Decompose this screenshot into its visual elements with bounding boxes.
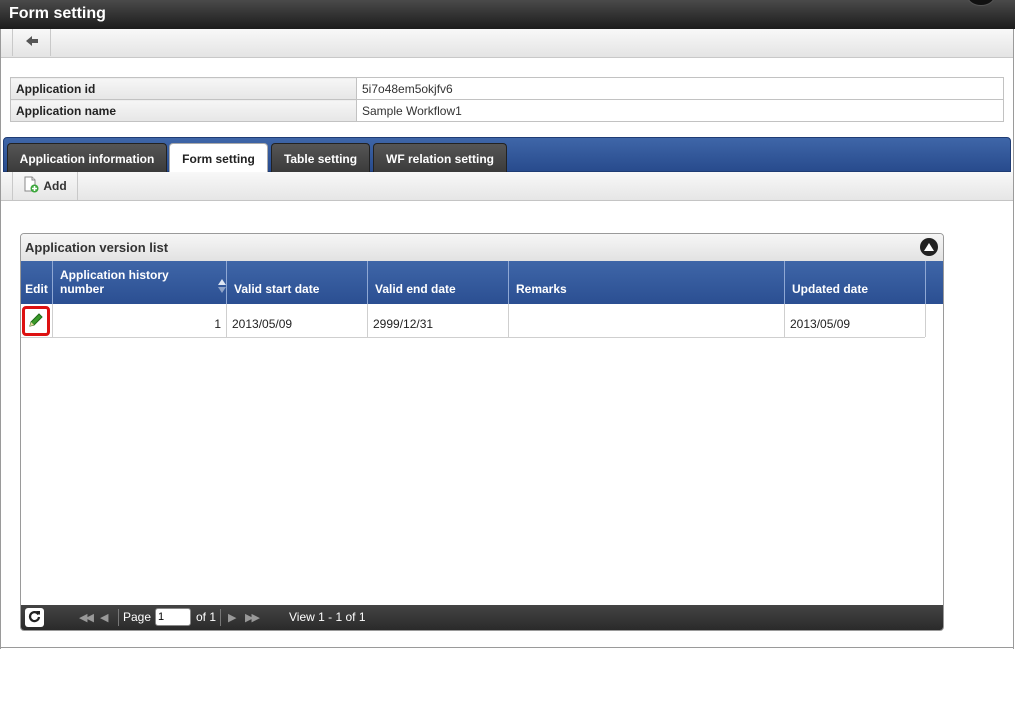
collapse-button[interactable] [920, 238, 938, 256]
column-header-edit[interactable]: Edit [21, 261, 53, 304]
column-header-label: Valid end date [375, 282, 456, 296]
tab-application-information[interactable]: Application information [7, 143, 167, 173]
next-page-icon[interactable]: ▶ [228, 611, 237, 624]
column-header-valid-end-date[interactable]: Valid end date [368, 261, 509, 304]
add-button[interactable]: Add [12, 172, 78, 200]
info-row: Application name Sample Workflow1 [10, 99, 1004, 122]
column-header-updated-date[interactable]: Updated date [785, 261, 926, 304]
add-document-icon [23, 176, 39, 196]
application-info-table: Application id 5i7o48em5okjfv6 Applicati… [10, 77, 1004, 122]
frame-bottom [0, 647, 1014, 648]
application-name-value: Sample Workflow1 [356, 99, 1004, 122]
column-header-label: Application history number [60, 268, 169, 296]
grid-pager: ◀◀ ◀ Page of 1 ▶ ▶▶ View 1 - 1 of 1 [21, 605, 943, 630]
application-name-label: Application name [10, 99, 357, 122]
cell-valid-start-date: 2013/05/09 [227, 304, 368, 337]
column-header-remarks[interactable]: Remarks [509, 261, 785, 304]
grid-title: Application version list [25, 240, 169, 255]
title-bar: Form setting [0, 0, 1015, 29]
last-page-icon[interactable]: ▶▶ [245, 611, 260, 624]
frame-left [0, 29, 1, 649]
tab-wf-relation-setting[interactable]: WF relation setting [373, 143, 507, 173]
page-title: Form setting [9, 5, 106, 22]
prev-page-icon[interactable]: ◀ [100, 611, 109, 624]
table-row[interactable]: 1 2013/05/09 2999/12/31 2013/05/09 [21, 304, 926, 338]
refresh-button[interactable] [25, 608, 44, 627]
page-count-label: of 1 [196, 610, 217, 624]
pager-divider [118, 609, 119, 626]
tab-table-setting[interactable]: Table setting [271, 143, 370, 173]
column-header-history-number[interactable]: Application history number [53, 261, 227, 304]
back-button[interactable] [12, 29, 51, 56]
cell-remarks [509, 304, 785, 337]
application-id-label: Application id [10, 77, 357, 100]
action-toolbar: Add [1, 172, 1013, 201]
page-label: Page [123, 610, 152, 624]
cell-updated-date: 2013/05/09 [785, 304, 926, 337]
grid-caption: Application version list [21, 234, 943, 262]
add-button-label: Add [43, 179, 67, 193]
column-header-label: Remarks [516, 282, 567, 296]
triangle-up-icon [924, 240, 934, 254]
edit-cell-wrap [21, 304, 53, 337]
info-row: Application id 5i7o48em5okjfv6 [10, 77, 1004, 100]
view-range-text: View 1 - 1 of 1 [289, 610, 366, 624]
top-toolbar [1, 29, 1013, 58]
window-control[interactable] [967, 0, 995, 6]
edit-button[interactable] [22, 306, 50, 336]
arrow-left-icon [25, 35, 39, 50]
first-page-icon[interactable]: ◀◀ [79, 611, 94, 624]
column-header-label: Valid start date [234, 282, 320, 296]
application-id-value: 5i7o48em5okjfv6 [356, 77, 1004, 100]
tab-bar: Application information Form setting Tab… [3, 137, 1011, 174]
pager-divider [220, 609, 221, 626]
pencil-icon [28, 312, 44, 331]
column-header-label: Edit [25, 282, 48, 296]
column-header-label: Updated date [792, 282, 869, 296]
column-header-valid-start-date[interactable]: Valid start date [227, 261, 368, 304]
application-version-grid: Application version list Edit Applicatio… [20, 233, 944, 631]
sort-icon[interactable] [218, 279, 226, 296]
page-number-input[interactable] [155, 608, 191, 626]
grid-header: Edit Application history number Valid st… [21, 261, 943, 304]
tab-form-setting[interactable]: Form setting [169, 143, 268, 174]
cell-history-number: 1 [53, 304, 227, 337]
frame-right [1013, 29, 1014, 649]
refresh-icon [28, 610, 41, 626]
cell-valid-end-date: 2999/12/31 [368, 304, 509, 337]
